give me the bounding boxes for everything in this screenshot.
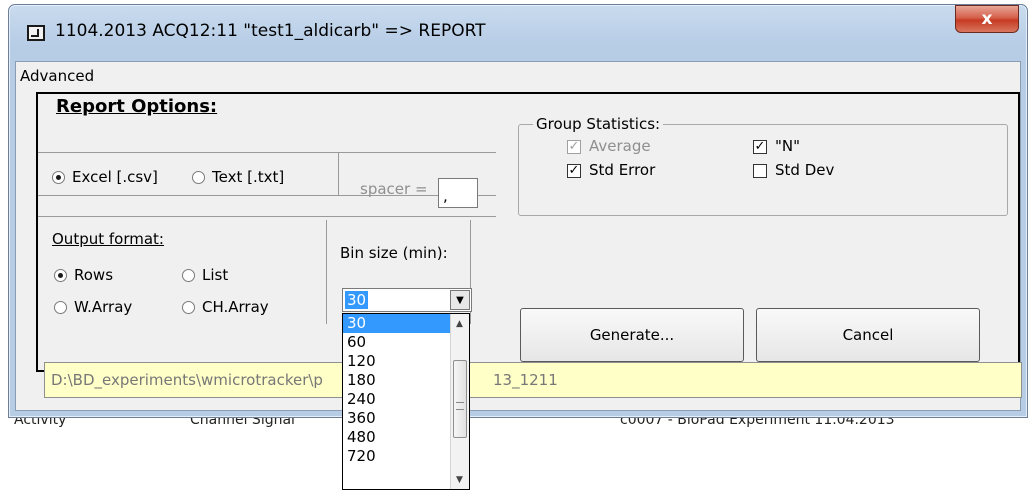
menu-bar: Advanced xyxy=(16,62,1020,90)
output-ch-array-option[interactable]: CH.Array xyxy=(182,298,269,316)
output-rows-radio[interactable] xyxy=(54,269,67,282)
scroll-up-arrow-icon[interactable]: ▲ xyxy=(456,319,463,329)
format-section-border xyxy=(38,216,496,217)
title-bar[interactable]: 1104.2013 ACQ12:11 "test1_aldicarb" => R… xyxy=(9,5,1027,61)
output-w-array-label: W.Array xyxy=(74,298,133,316)
output-ch-array-radio[interactable] xyxy=(182,301,195,314)
dropdown-scrollbar[interactable]: ▲ ▼ xyxy=(450,314,469,489)
output-list-radio[interactable] xyxy=(182,269,195,282)
report-window: 1104.2013 ACQ12:11 "test1_aldicarb" => R… xyxy=(8,4,1028,418)
window-title: 1104.2013 ACQ12:11 "test1_aldicarb" => R… xyxy=(55,21,486,41)
output-w-array-option[interactable]: W.Array xyxy=(54,298,132,316)
std-dev-checkbox[interactable] xyxy=(753,163,767,178)
spacer-label: spacer = xyxy=(360,180,428,198)
bin-option[interactable]: 180 xyxy=(343,371,451,390)
n-checkbox[interactable]: ✓ xyxy=(753,139,767,154)
n-label: "N" xyxy=(775,137,801,155)
format-excel-radio[interactable] xyxy=(52,171,65,184)
bin-option[interactable]: 60 xyxy=(343,333,451,352)
output-path-start: D:\BD_experiments\wmicrotracker\p xyxy=(51,371,323,389)
bin-option[interactable]: 120 xyxy=(343,352,451,371)
close-button[interactable]: x xyxy=(955,5,1019,33)
bin-option[interactable]: 720 xyxy=(343,447,451,466)
bin-option[interactable]: 240 xyxy=(343,390,451,409)
bin-size-dropdown-list[interactable]: 30 60 120 180 240 360 480 720 ▲ ▼ xyxy=(342,313,470,490)
cancel-button[interactable]: Cancel xyxy=(756,308,980,362)
bin-size-label: Bin size (min): xyxy=(340,244,448,262)
bin-divider-left xyxy=(326,220,327,324)
average-label: Average xyxy=(589,137,651,155)
std-error-label: Std Error xyxy=(589,161,656,179)
group-statistics-legend: Group Statistics: xyxy=(533,115,664,133)
n-option[interactable]: ✓ "N" xyxy=(753,137,800,155)
format-excel-option[interactable]: Excel [.csv] xyxy=(52,168,158,186)
output-rows-label: Rows xyxy=(74,266,114,284)
format-text-option[interactable]: Text [.txt] xyxy=(192,168,284,186)
output-rows-option[interactable]: Rows xyxy=(54,266,113,284)
generate-button[interactable]: Generate... xyxy=(520,308,744,362)
output-ch-array-label: CH.Array xyxy=(202,298,269,316)
report-options-panel: Report Options: Excel [.csv] Text [.txt]… xyxy=(36,92,1020,372)
scroll-grip-icon xyxy=(456,402,464,410)
output-list-option[interactable]: List xyxy=(182,266,228,284)
menu-advanced[interactable]: Advanced xyxy=(20,67,94,85)
output-path-field[interactable]: D:\BD_experiments\wmicrotracker\p 13_121… xyxy=(44,362,1022,398)
output-path-end: 13_1211 xyxy=(493,371,558,389)
group-statistics-box: Group Statistics: ✓ Average ✓ Std Error ✓ "… xyxy=(518,115,1008,216)
bin-option[interactable]: 360 xyxy=(343,409,451,428)
app-icon xyxy=(27,25,45,41)
bin-size-combobox[interactable]: 30 ▼ xyxy=(342,288,472,312)
window-client-area: Advanced Report Options: Excel [.csv] Te… xyxy=(15,61,1022,411)
bin-option[interactable]: 480 xyxy=(343,428,451,447)
std-error-option[interactable]: ✓ Std Error xyxy=(567,161,655,179)
spacer-input[interactable]: , xyxy=(438,178,478,208)
average-checkbox: ✓ xyxy=(567,138,581,154)
output-format-label: Output format: xyxy=(52,230,164,248)
average-option: ✓ Average xyxy=(567,137,651,155)
std-dev-option[interactable]: Std Dev xyxy=(753,161,834,179)
output-list-label: List xyxy=(202,266,229,284)
report-options-title: Report Options: xyxy=(56,96,218,117)
scroll-down-arrow-icon[interactable]: ▼ xyxy=(456,475,463,485)
format-text-label: Text [.txt] xyxy=(212,168,285,186)
spacer-value: , xyxy=(443,187,448,205)
std-dev-label: Std Dev xyxy=(775,161,835,179)
file-format-divider xyxy=(338,152,339,196)
output-w-array-radio[interactable] xyxy=(54,301,67,314)
bin-size-selected-value: 30 xyxy=(345,291,369,309)
bin-option[interactable]: 30 xyxy=(343,314,451,333)
scrollbar-thumb[interactable] xyxy=(453,360,467,438)
format-text-radio[interactable] xyxy=(192,171,205,184)
format-excel-label: Excel [.csv] xyxy=(72,168,158,186)
chevron-down-icon[interactable]: ▼ xyxy=(450,290,470,310)
std-error-checkbox[interactable]: ✓ xyxy=(567,163,581,178)
